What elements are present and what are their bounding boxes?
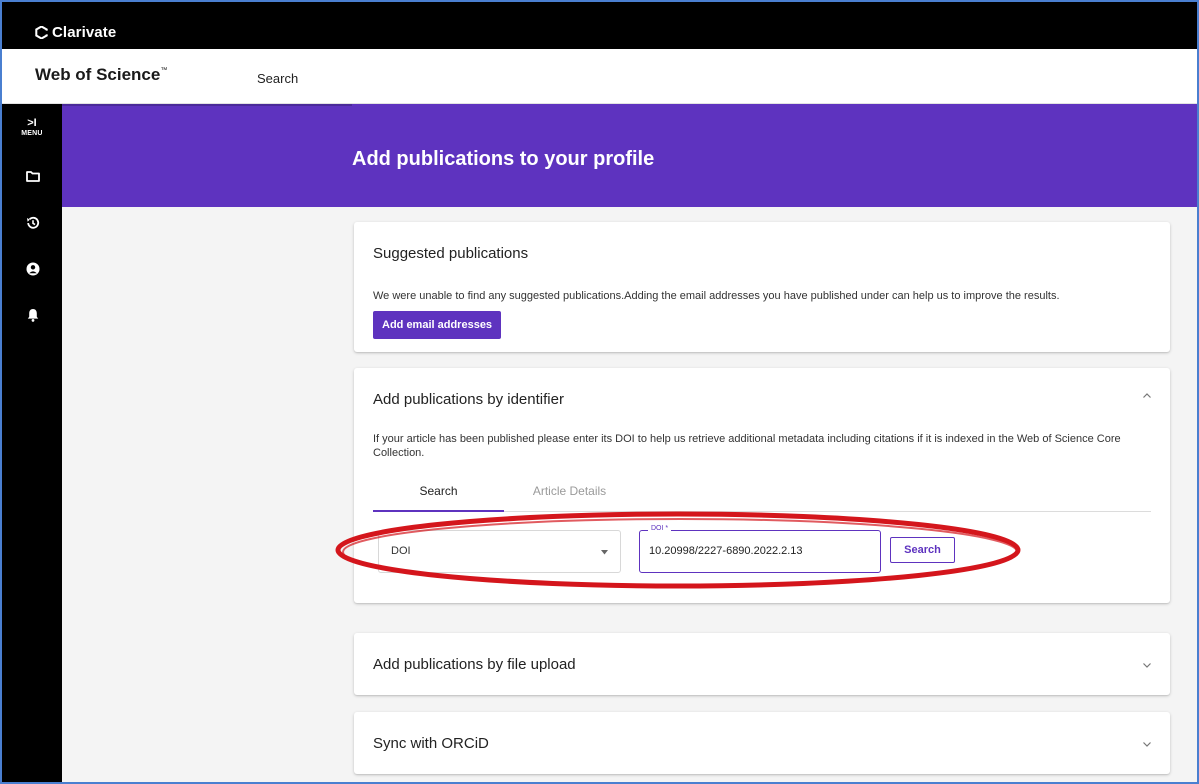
left-rail: >I MENU	[2, 104, 62, 782]
menu-label: MENU	[21, 130, 43, 137]
dropdown-arrow-icon	[601, 550, 608, 555]
orcid-sync-title: Sync with ORCiD	[373, 735, 489, 752]
app-frame: Clarivate Web of Science™ Search >I MENU	[0, 0, 1199, 784]
identifier-type-select[interactable]: DOI	[378, 530, 621, 573]
suggested-publications-card: Suggested publications We were unable to…	[354, 222, 1170, 352]
tab-search[interactable]: Search	[373, 484, 504, 512]
doi-field[interactable]: DOI *	[639, 525, 881, 573]
identifier-card: Add publications by identifier If your a…	[354, 368, 1170, 603]
chevron-up-icon[interactable]	[1142, 391, 1152, 401]
identifier-card-text: If your article has been published pleas…	[373, 433, 1121, 459]
suggested-publications-text: We were unable to find any suggested pub…	[373, 290, 1060, 302]
brand-name: Clarivate	[52, 24, 117, 41]
suggested-publications-title: Suggested publications	[373, 245, 529, 262]
identifier-card-title: Add publications by identifier	[373, 391, 564, 408]
doi-input[interactable]	[649, 543, 874, 559]
brand-bar: Clarivate	[2, 2, 1197, 49]
expand-menu-icon: >I	[27, 117, 37, 129]
file-upload-card[interactable]: Add publications by file upload	[354, 633, 1170, 695]
orcid-sync-card[interactable]: Sync with ORCiD	[354, 712, 1170, 774]
banner-accent-line	[62, 104, 352, 106]
top-header: Web of Science™ Search	[2, 49, 1197, 104]
product-logo[interactable]: Web of Science™	[35, 65, 167, 85]
chevron-down-icon[interactable]	[1142, 660, 1152, 670]
trademark-mark: ™	[160, 67, 168, 74]
user-profile-icon[interactable]	[24, 260, 42, 278]
add-email-addresses-button[interactable]: Add email addresses	[373, 311, 502, 339]
identifier-tabs: Search Article Details	[373, 476, 1151, 512]
doi-search-button[interactable]: Search	[890, 537, 955, 563]
product-name: Web of Science	[35, 65, 161, 84]
menu-toggle-button[interactable]: >I MENU	[2, 117, 62, 138]
clarivate-brand[interactable]: Clarivate	[35, 24, 116, 41]
folder-icon[interactable]	[24, 167, 42, 185]
page-title: Add publications to your profile	[352, 148, 655, 170]
bell-notification-icon[interactable]	[24, 306, 42, 324]
chevron-down-icon[interactable]	[1142, 739, 1152, 749]
tab-article-details[interactable]: Article Details	[504, 484, 635, 512]
doi-field-label: DOI *	[648, 525, 672, 532]
nav-search-link[interactable]: Search	[257, 71, 298, 86]
identifier-type-value: DOI	[391, 545, 411, 557]
history-icon[interactable]	[24, 214, 42, 232]
file-upload-title: Add publications by file upload	[373, 656, 576, 673]
clarivate-logo-icon	[35, 26, 48, 39]
